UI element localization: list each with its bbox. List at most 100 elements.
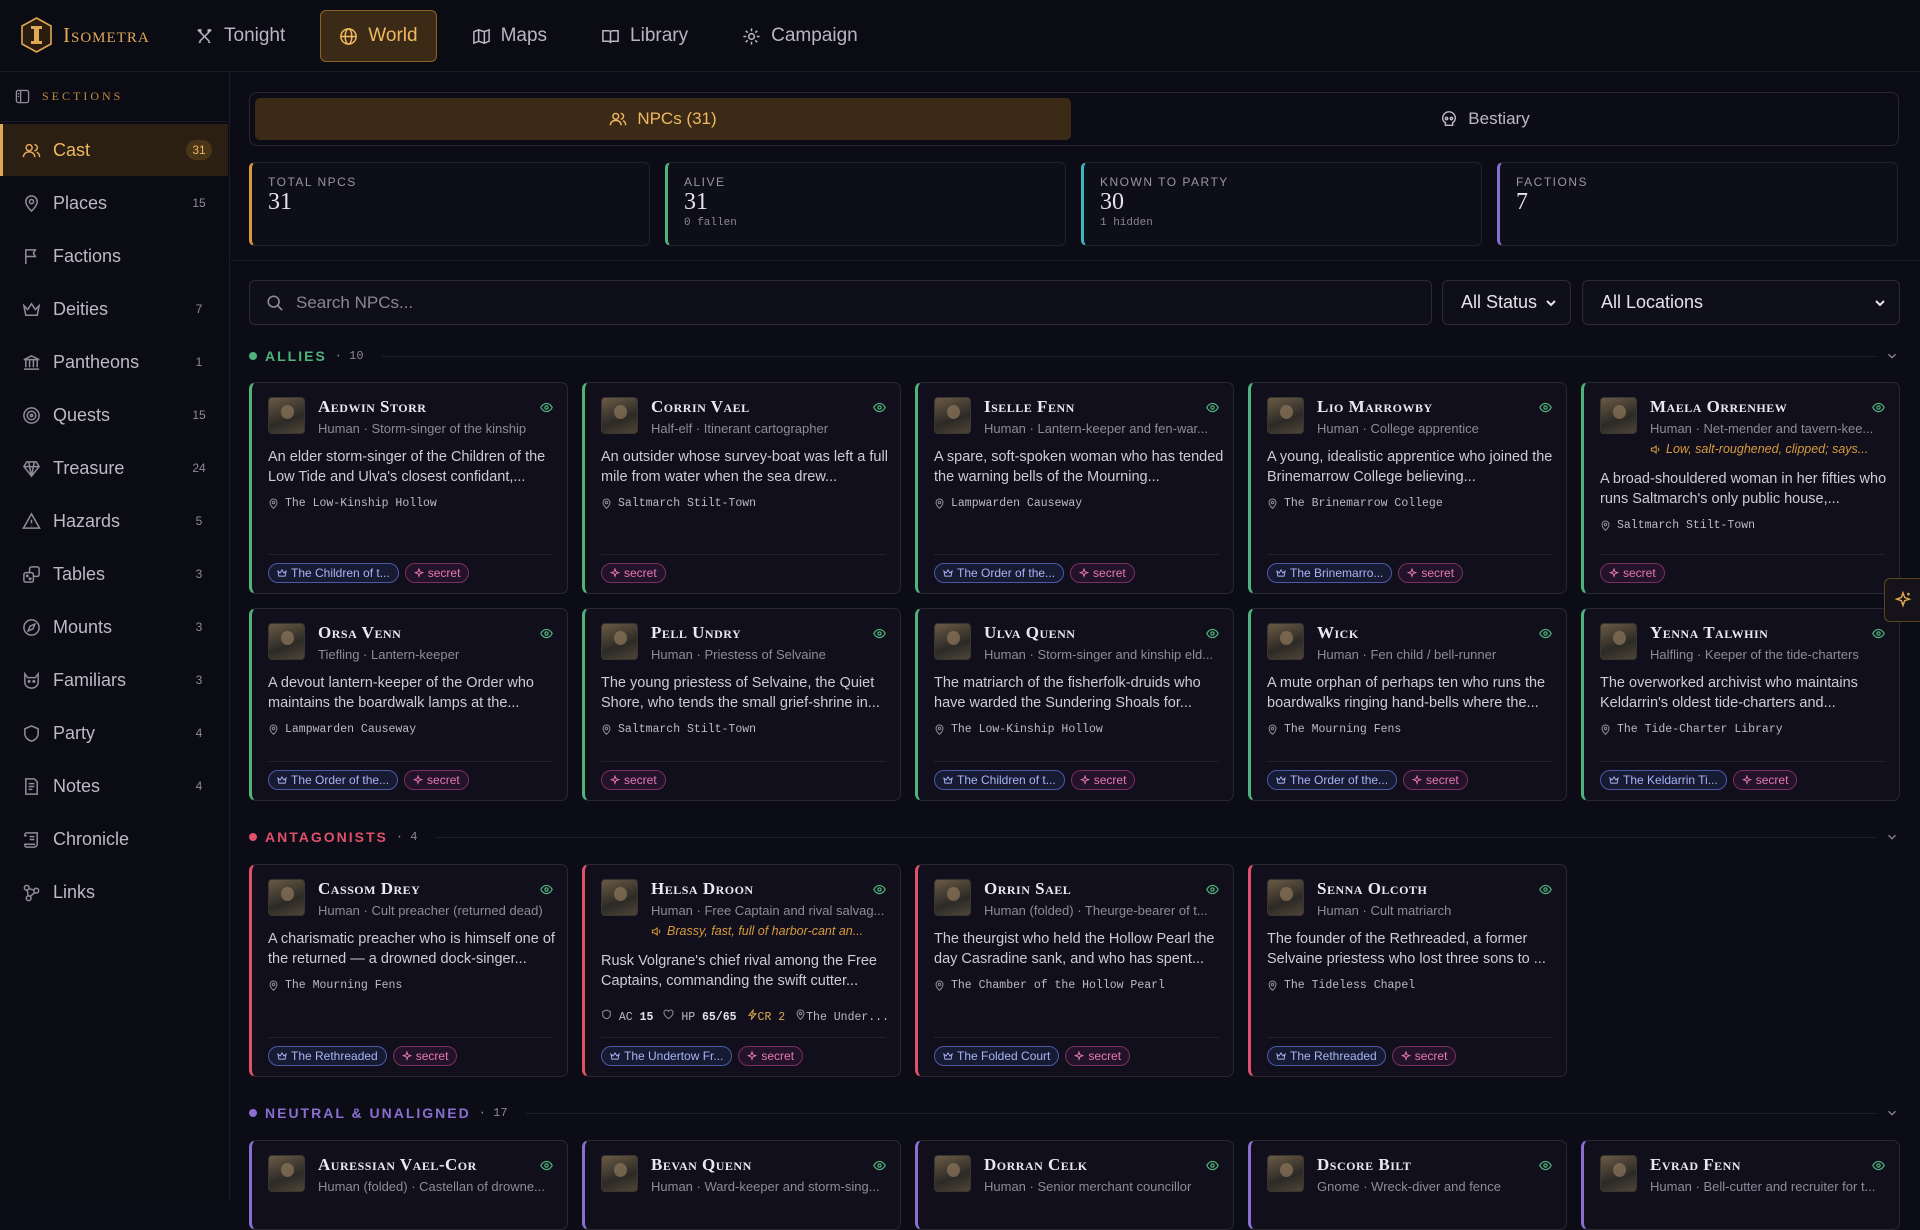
eye-icon[interactable] xyxy=(1206,883,1219,896)
eye-icon[interactable] xyxy=(1539,883,1552,896)
faction-tag[interactable]: The Brinemarro... xyxy=(1267,563,1393,583)
eye-icon[interactable] xyxy=(1872,627,1885,640)
group-header-antagonists[interactable]: ANTAGONISTS · 4 xyxy=(249,829,1899,845)
secret-tag[interactable]: secret xyxy=(1403,770,1468,790)
eye-icon[interactable] xyxy=(540,1159,553,1172)
npc-card[interactable]: Dorran Celk Human · Senior merchant counc… xyxy=(915,1140,1234,1230)
sidebar-item-quests[interactable]: Quests 15 xyxy=(0,389,228,441)
faction-tag[interactable]: The Order of the... xyxy=(934,563,1065,583)
faction-tag[interactable]: The Order of the... xyxy=(1267,770,1398,790)
eye-icon[interactable] xyxy=(540,627,553,640)
faction-tag[interactable]: The Order of the... xyxy=(268,770,399,790)
eye-icon[interactable] xyxy=(1206,401,1219,414)
npc-card[interactable]: Yenna Talwhin Halfling · Keeper of the ti… xyxy=(1581,608,1900,801)
sidebar-item-places[interactable]: Places 15 xyxy=(0,177,228,229)
npc-card[interactable]: Corrin Vael Half-elf · Itinerant cartogra… xyxy=(582,382,901,594)
npc-card[interactable]: Helsa Droon Human · Free Captain and riva… xyxy=(582,864,901,1077)
secret-tag[interactable]: secret xyxy=(404,563,470,583)
sidebar-item-treasure[interactable]: Treasure 24 xyxy=(0,442,228,494)
location-filter[interactable]: All Locations xyxy=(1582,280,1900,325)
sidebar-item-factions[interactable]: Factions xyxy=(0,230,228,282)
npc-card[interactable]: Bevan Quenn Human · Ward-keeper and storm… xyxy=(582,1140,901,1230)
sidebar-item-links[interactable]: Links xyxy=(0,866,228,918)
sidebar-item-cast[interactable]: Cast 31 xyxy=(0,124,228,176)
npc-stat-line: AC 15 HP 65/65 CR 2 The Under... xyxy=(601,1009,896,1024)
eye-icon[interactable] xyxy=(540,401,553,414)
sidebar-item-mounts[interactable]: Mounts 3 xyxy=(0,601,228,653)
search-box[interactable] xyxy=(249,280,1432,325)
secret-tag[interactable]: secret xyxy=(1600,563,1665,583)
search-input[interactable] xyxy=(296,292,1396,313)
ai-assist-button[interactable] xyxy=(1884,578,1920,622)
npc-card[interactable]: Dscore Bilt Gnome · Wreck-diver and fence xyxy=(1248,1140,1567,1230)
npc-card[interactable]: Wick Human · Fen child / bell-runner A mut… xyxy=(1248,608,1567,801)
faction-tag[interactable]: The Folded Court xyxy=(934,1046,1060,1066)
npc-card[interactable]: Senna Olcoth Human · Cult matriarch The fo… xyxy=(1248,864,1567,1077)
nav-campaign[interactable]: Campaign xyxy=(723,10,877,62)
nav-maps[interactable]: Maps xyxy=(453,10,566,62)
secret-tag[interactable]: secret xyxy=(601,770,666,790)
secret-tag[interactable]: secret xyxy=(1732,770,1798,790)
eye-icon[interactable] xyxy=(1872,401,1885,414)
npc-name: Aedwin Storr xyxy=(318,397,427,416)
npc-location-text: Lampwarden Causeway xyxy=(285,723,417,736)
secret-tag[interactable]: secret xyxy=(1398,563,1464,583)
sidebar-item-notes[interactable]: Notes 4 xyxy=(0,760,228,812)
sidebar-item-label: Tables xyxy=(53,563,106,584)
secret-tag[interactable]: secret xyxy=(1065,1046,1131,1066)
secret-tag[interactable]: secret xyxy=(404,770,469,790)
nav-world[interactable]: World xyxy=(320,10,437,62)
npc-portrait xyxy=(934,1155,971,1192)
npc-card[interactable]: Pell Undry Human · Priestess of Selvaine T… xyxy=(582,608,901,801)
sidebar-item-deities[interactable]: Deities 7 xyxy=(0,283,228,335)
secret-tag[interactable]: secret xyxy=(1391,1046,1457,1066)
npc-card[interactable]: Auressian Vael-Cor Human (folded) · Caste… xyxy=(249,1140,568,1230)
faction-tag[interactable]: The Children of t... xyxy=(268,563,399,583)
faction-tag[interactable]: The Keldarrin Ti... xyxy=(1600,770,1727,790)
secret-tag[interactable]: secret xyxy=(738,1046,804,1066)
eye-icon[interactable] xyxy=(540,883,553,896)
sidebar-item-party[interactable]: Party 4 xyxy=(0,707,228,759)
app-logo[interactable]: Isometra xyxy=(20,17,150,53)
secret-tag[interactable]: secret xyxy=(1070,770,1136,790)
npc-card[interactable]: Iselle Fenn Human · Lantern-keeper and fe… xyxy=(915,382,1234,594)
tab-npcs[interactable]: NPCs (31) xyxy=(255,98,1071,140)
npc-card[interactable]: Cassom Drey Human · Cult preacher (return… xyxy=(249,864,568,1077)
sidebar-item-chronicle[interactable]: Chronicle xyxy=(0,813,228,865)
secret-tag[interactable]: secret xyxy=(601,563,666,583)
sidebar-item-pantheons[interactable]: Pantheons 1 xyxy=(0,336,228,388)
eye-icon[interactable] xyxy=(1539,401,1552,414)
npc-card[interactable]: Ulva Quenn Human · Storm-singer and kinsh… xyxy=(915,608,1234,801)
faction-tag[interactable]: The Undertow Fr... xyxy=(601,1046,733,1066)
status-filter[interactable]: All Status xyxy=(1442,280,1571,325)
eye-icon[interactable] xyxy=(1206,1159,1219,1172)
eye-icon[interactable] xyxy=(1539,1159,1552,1172)
npc-card[interactable]: Orrin Sael Human (folded) · Theurge-beare… xyxy=(915,864,1234,1077)
eye-icon[interactable] xyxy=(873,401,886,414)
eye-icon[interactable] xyxy=(1539,627,1552,640)
eye-icon[interactable] xyxy=(1872,1159,1885,1172)
npc-card[interactable]: Orsa Venn Tiefling · Lantern-keeper A devo… xyxy=(249,608,568,801)
eye-icon[interactable] xyxy=(873,883,886,896)
nav-library[interactable]: Library xyxy=(582,10,707,62)
eye-icon[interactable] xyxy=(873,1159,886,1172)
npc-card[interactable]: Aedwin Storr Human · Storm-singer of the … xyxy=(249,382,568,594)
faction-tag[interactable]: The Rethreaded xyxy=(1267,1046,1386,1066)
npc-card[interactable]: Evrad Fenn Human · Bell-cutter and recrui… xyxy=(1581,1140,1900,1230)
tab-bestiary[interactable]: Bestiary xyxy=(1077,98,1893,140)
panel-icon[interactable] xyxy=(15,89,30,104)
group-header-neutral[interactable]: NEUTRAL & UNALIGNED · 17 xyxy=(249,1105,1899,1121)
eye-icon[interactable] xyxy=(1206,627,1219,640)
faction-tag[interactable]: The Children of t... xyxy=(934,770,1065,790)
secret-tag[interactable]: secret xyxy=(392,1046,458,1066)
sidebar-item-familiars[interactable]: Familiars 3 xyxy=(0,654,228,706)
faction-tag[interactable]: The Rethreaded xyxy=(268,1046,387,1066)
nav-tonight[interactable]: Tonight xyxy=(176,10,304,62)
group-header-allies[interactable]: ALLIES · 10 xyxy=(249,348,1899,364)
eye-icon[interactable] xyxy=(873,627,886,640)
npc-card[interactable]: Maela Orrenhew Human · Net-mender and tav… xyxy=(1581,382,1900,594)
npc-card[interactable]: Lio Marrowby Human · College apprentice A … xyxy=(1248,382,1567,594)
sidebar-item-tables[interactable]: Tables 3 xyxy=(0,548,228,600)
secret-tag[interactable]: secret xyxy=(1070,563,1135,583)
sidebar-item-hazards[interactable]: Hazards 5 xyxy=(0,495,228,547)
